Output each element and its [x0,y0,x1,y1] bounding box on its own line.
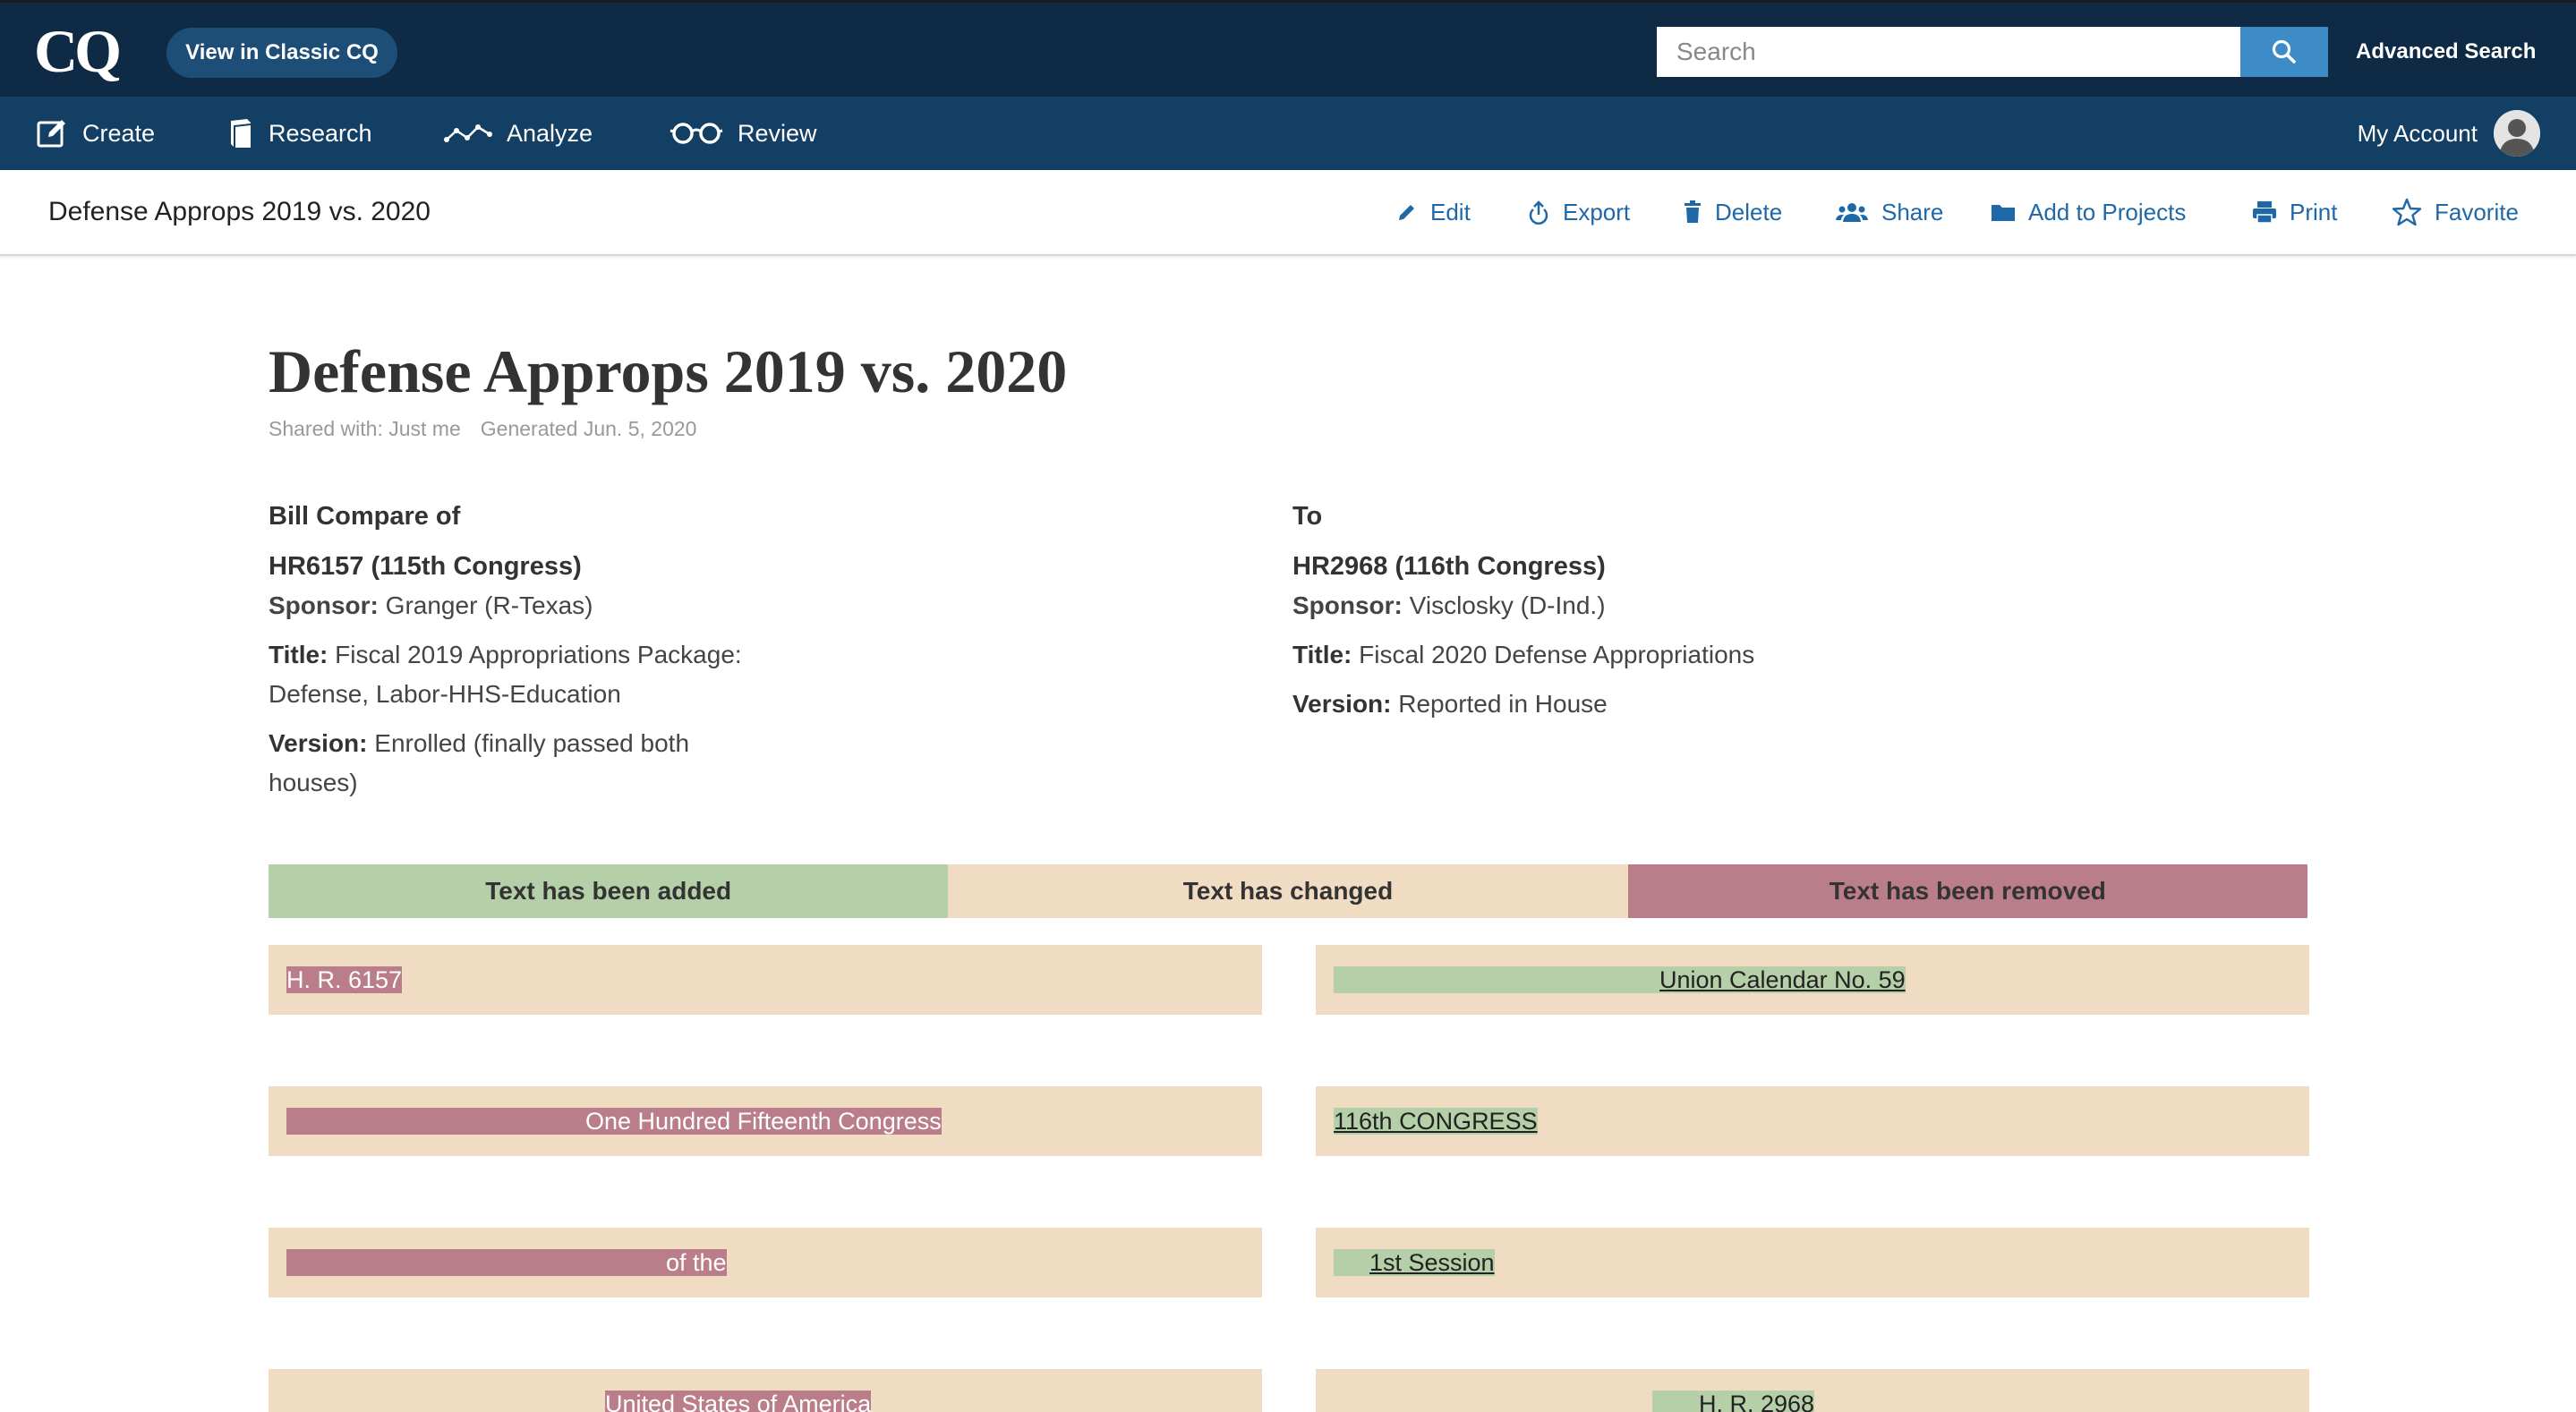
document-toolbar: Defense Approps 2019 vs. 2020 Edit Expor… [0,170,2576,256]
diff-legend: Text has been added Text has changed Tex… [269,864,2307,918]
advanced-search-link[interactable]: Advanced Search [2356,35,2536,69]
add-to-projects-label: Add to Projects [2028,198,2187,225]
diff-right-row: 1st Session [1316,1228,2309,1297]
document-meta: Shared with: Just me Generated Jun. 5, 20… [269,415,696,442]
nav-review-label: Review [738,119,817,147]
export-label: Export [1563,198,1631,225]
cq-logo[interactable]: CQ [34,15,125,87]
nav-research[interactable]: Research [227,97,372,170]
edit-button[interactable]: Edit [1396,170,1471,254]
edit-label: Edit [1430,198,1471,225]
nav-analyze-label: Analyze [507,119,593,147]
my-account-menu[interactable]: My Account [2358,97,2540,170]
nav-review[interactable]: Review [670,97,817,170]
print-label: Print [2290,198,2338,225]
avatar [2494,110,2540,157]
favorite-button[interactable]: Favorite [2392,170,2519,254]
added-text: Union Calendar No. 59 [1334,966,1906,993]
share-label: Share [1881,198,1944,225]
nav-analyze[interactable]: Analyze [444,97,593,170]
target-version: Version: Reported in House [1292,690,1608,718]
main-nav: Create Research Analyze Review My Accoun… [0,97,2576,170]
removed-text: United States of America [605,1391,872,1412]
diff-right-row: H. R. 2968 [1316,1369,2309,1412]
analyze-icon [444,124,492,142]
search-input[interactable] [1657,27,2240,77]
glasses-icon [670,123,723,144]
diff-left-row: of the [269,1228,1262,1297]
source-sponsor: Sponsor: Granger (R-Texas) [269,591,593,619]
added-text: 1st Session [1334,1249,1495,1276]
favorite-label: Favorite [2435,198,2519,225]
user-avatar-icon [2494,110,2540,157]
top-bar: CQ View in Classic CQ Advanced Search [0,0,2576,97]
generated-date: Generated Jun. 5, 2020 [480,417,697,440]
nav-create-label: Create [82,119,156,147]
page-title: Defense Approps 2019 vs. 2020 [269,337,1068,405]
compare-to-heading: To [1292,502,1323,531]
added-text: H. R. 2968 [1652,1391,1815,1412]
view-in-classic-cq-button[interactable]: View in Classic CQ [166,28,397,78]
print-button[interactable]: Print [2252,170,2337,254]
folder-icon [1992,205,2015,221]
print-icon [2253,201,2276,224]
diff-right-row: Union Calendar No. 59 [1316,945,2309,1015]
removed-text: H. R. 6157 [286,966,403,993]
edit-icon [37,120,65,148]
share-button[interactable]: Share [1835,170,1943,254]
delete-label: Delete [1715,198,1783,225]
compare-of-heading: Bill Compare of [269,502,461,531]
export-icon [1529,200,1548,225]
target-bill-id: HR2968 (116th Congress) [1292,552,1606,581]
added-text: 116th CONGRESS [1334,1108,1538,1135]
toolbar-document-title: Defense Approps 2019 vs. 2020 [48,197,431,226]
book-icon [231,119,252,148]
diff-left-row: H. R. 6157 [269,945,1262,1015]
add-to-projects-button[interactable]: Add to Projects [1991,170,2186,254]
legend-changed: Text has changed [948,864,1628,918]
legend-removed: Text has been removed [1627,864,2307,918]
diff-right-row: 116th CONGRESS [1316,1086,2309,1156]
removed-text: of the [286,1249,727,1276]
target-sponsor: Sponsor: Visclosky (D-Ind.) [1292,591,1606,619]
source-version: Version: Enrolled (finally passed both h… [269,729,690,796]
removed-text: One Hundred Fifteenth Congress [286,1108,942,1135]
export-button[interactable]: Export [1527,170,1630,254]
compare-source-bill: Bill Compare of HR6157 (115th Congress) … [269,495,770,803]
source-title: Title: Fiscal 2019 Appropriations Packag… [269,641,742,708]
nav-create[interactable]: Create [36,97,155,170]
my-account-label: My Account [2357,119,2478,147]
diff-left-row: One Hundred Fifteenth Congress [269,1086,1262,1156]
search-icon [2272,39,2296,64]
pencil-icon [1399,205,1414,220]
source-bill-id: HR6157 (115th Congress) [269,552,582,581]
diff-left-row: United States of America [269,1369,1262,1412]
nav-research-label: Research [269,119,372,147]
delete-button[interactable]: Delete [1683,170,1782,254]
search-button[interactable] [2240,27,2328,77]
legend-added: Text has been added [269,864,949,918]
target-title: Title: Fiscal 2020 Defense Appropriation… [1292,641,1755,668]
trash-icon [1685,200,1701,223]
star-icon [2392,198,2422,226]
shared-with: Shared with: Just me [269,417,461,440]
share-icon [1836,203,1868,222]
compare-target-bill: To HR2968 (116th Congress) Sponsor: Visc… [1292,495,1794,724]
